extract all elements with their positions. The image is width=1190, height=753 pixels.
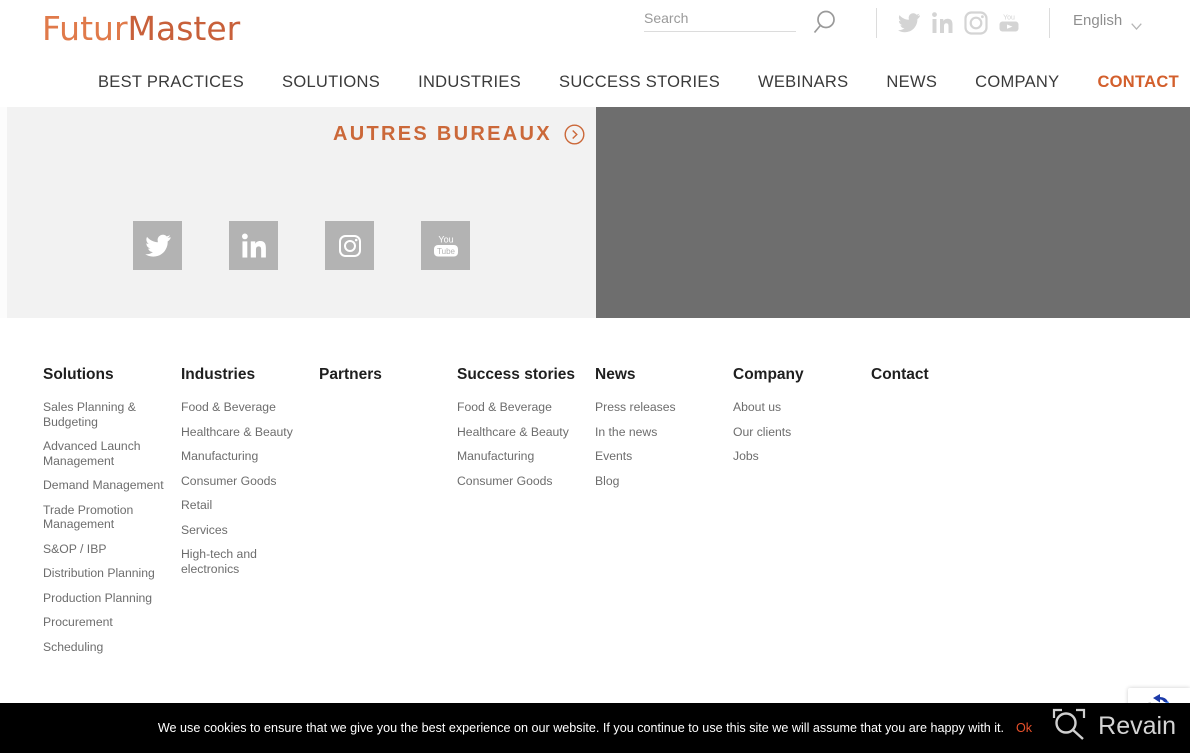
footer-link[interactable]: Healthcare & Beauty	[457, 425, 585, 440]
footer-link[interactable]: Food & Beverage	[181, 400, 309, 415]
site-logo[interactable]: FuturMaster	[42, 9, 240, 48]
footer-column-title: News	[595, 366, 636, 383]
site-footer: Solutions Sales Planning & Budgeting Adv…	[0, 318, 1190, 698]
header-divider-left	[876, 8, 877, 38]
circle-arrow-right-icon	[564, 124, 585, 145]
logo-text-part-a: Futur	[42, 9, 128, 48]
nav-item-success-stories[interactable]: SUCCESS STORIES	[559, 73, 720, 92]
footer-column-solutions: Solutions Sales Planning & Budgeting Adv…	[43, 366, 181, 664]
footer-column-success-stories: Success stories Food & Beverage Healthca…	[457, 366, 595, 664]
header-divider-right	[1049, 8, 1050, 38]
footer-link[interactable]: Production Planning	[43, 591, 171, 606]
cookie-message: We use cookies to ensure that we give yo…	[157, 721, 1005, 735]
footer-link[interactable]: About us	[733, 400, 861, 415]
footer-column-contact: Contact	[871, 366, 1009, 664]
language-selected-label: English	[1073, 12, 1123, 29]
panel-left-edge	[0, 107, 7, 318]
footer-link[interactable]: Retail	[181, 498, 309, 513]
footer-link[interactable]: Services	[181, 523, 309, 538]
banner-social-buttons: You Tube	[133, 221, 517, 270]
footer-link[interactable]: Jobs	[733, 449, 861, 464]
footer-column-industries: Industries Food & Beverage Healthcare & …	[181, 366, 319, 664]
linkedin-icon[interactable]	[229, 221, 278, 270]
footer-link[interactable]: Manufacturing	[181, 449, 309, 464]
footer-column-title: Company	[733, 366, 804, 383]
footer-link[interactable]: Procurement	[43, 615, 171, 630]
main-navigation: BEST PRACTICES SOLUTIONS INDUSTRIES SUCC…	[0, 58, 1190, 107]
twitter-icon[interactable]	[133, 221, 182, 270]
search-container	[644, 10, 796, 32]
footer-column-title: Contact	[871, 366, 929, 383]
nav-item-industries[interactable]: INDUSTRIES	[418, 73, 521, 92]
footer-link[interactable]: Healthcare & Beauty	[181, 425, 309, 440]
footer-link[interactable]: Sales Planning & Budgeting	[43, 400, 171, 429]
revain-camera-icon	[1051, 707, 1087, 746]
nav-item-contact-label: CONTACT	[1097, 73, 1179, 91]
autres-bureaux-label: AUTRES BUREAUX	[333, 123, 552, 145]
footer-column-title: Partners	[319, 366, 382, 383]
header-top-bar: FuturMaster Search You English	[0, 0, 1190, 56]
youtube-icon[interactable]: You Tube	[421, 221, 470, 270]
footer-link[interactable]: Scheduling	[43, 640, 171, 655]
autres-bureaux-link[interactable]: AUTRES BUREAUX	[333, 123, 585, 146]
youtube-icon[interactable]: You	[996, 10, 1022, 36]
footer-column-news: News Press releases In the news Events B…	[595, 366, 733, 664]
offices-panel: AUTRES BUREAUX You Tube	[0, 107, 596, 318]
nav-item-contact[interactable]: CONTACT	[1097, 72, 1190, 94]
instagram-icon[interactable]	[325, 221, 374, 270]
footer-link[interactable]: Press releases	[595, 400, 723, 415]
footer-column-title: Solutions	[43, 366, 114, 383]
footer-link[interactable]: Consumer Goods	[457, 474, 585, 489]
footer-columns: Solutions Sales Planning & Budgeting Adv…	[0, 366, 1190, 664]
footer-link[interactable]: S&OP / IBP	[43, 542, 171, 557]
nav-item-company[interactable]: COMPANY	[975, 73, 1059, 92]
footer-link[interactable]: Blog	[595, 474, 723, 489]
footer-link[interactable]: Advanced Launch Management	[43, 439, 171, 468]
revain-watermark: Revain	[1051, 707, 1176, 746]
footer-link[interactable]: Consumer Goods	[181, 474, 309, 489]
language-selector[interactable]: English	[1073, 12, 1142, 30]
nav-item-news[interactable]: NEWS	[886, 73, 937, 92]
twitter-icon[interactable]	[896, 10, 922, 36]
footer-link[interactable]: High-tech and electronics	[181, 547, 309, 576]
svg-text:Tube: Tube	[437, 247, 455, 256]
logo-text-part-b: Master	[127, 9, 241, 48]
cookie-consent-bar: We use cookies to ensure that we give yo…	[0, 703, 1190, 753]
footer-link[interactable]: Food & Beverage	[457, 400, 585, 415]
search-icon[interactable]	[812, 7, 844, 39]
svg-text:You: You	[438, 234, 453, 244]
footer-column-partners: Partners	[319, 366, 457, 664]
site-header: FuturMaster Search You English BEST PRAC…	[0, 0, 1190, 107]
search-input[interactable]	[644, 10, 796, 32]
svg-text:You: You	[1003, 15, 1015, 22]
revain-label: Revain	[1098, 712, 1176, 740]
footer-link[interactable]: Distribution Planning	[43, 566, 171, 581]
nav-item-best-practices[interactable]: BEST PRACTICES	[98, 73, 244, 92]
nav-item-webinars[interactable]: WEBINARS	[758, 73, 848, 92]
cookie-accept-button[interactable]: Ok	[1016, 721, 1032, 735]
footer-link[interactable]: Demand Management	[43, 478, 171, 493]
footer-link[interactable]: Trade Promotion Management	[43, 503, 171, 532]
banner-right-panel	[596, 107, 1190, 318]
chevron-down-icon	[1131, 17, 1142, 30]
footer-column-title: Success stories	[457, 366, 576, 383]
banner-section: AUTRES BUREAUX You Tube	[0, 107, 1190, 318]
footer-link[interactable]: In the news	[595, 425, 723, 440]
footer-column-title: Industries	[181, 366, 256, 383]
footer-column-company: Company About us Our clients Jobs	[733, 366, 871, 664]
instagram-icon[interactable]	[963, 10, 989, 36]
footer-link[interactable]: Our clients	[733, 425, 861, 440]
nav-item-solutions[interactable]: SOLUTIONS	[282, 73, 380, 92]
linkedin-icon[interactable]	[930, 10, 956, 36]
footer-link[interactable]: Manufacturing	[457, 449, 585, 464]
footer-link[interactable]: Events	[595, 449, 723, 464]
